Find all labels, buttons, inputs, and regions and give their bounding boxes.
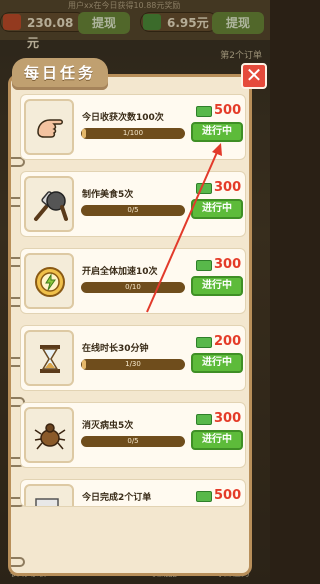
hand-icon (37, 119, 63, 138)
task-icon-box (24, 176, 74, 232)
cash-stack-icon (196, 491, 212, 502)
cash-stack-icon (196, 414, 212, 425)
task-reward: 300 (196, 180, 241, 195)
cash-stack-icon (196, 106, 212, 117)
reward-amount: 200 (214, 334, 242, 349)
speedup-clock-icon (35, 267, 65, 297)
task-icon-box (24, 99, 74, 155)
task-in-progress-button[interactable]: 进行中 (191, 430, 243, 450)
task-reward: 500 (196, 488, 241, 503)
task-in-progress-button[interactable]: 进行中 (191, 353, 243, 373)
task-progress-bar: 0/10 (81, 282, 185, 293)
task-icon-box (24, 407, 74, 463)
task-progress-bar: 1/100 (81, 128, 185, 139)
cash-stack-icon (196, 337, 212, 348)
cash-stack-icon (196, 183, 212, 194)
task-card: 今日完成2个订单 500 (20, 479, 246, 507)
hourglass-icon (40, 345, 60, 373)
progress-text: 0/5 (127, 437, 139, 445)
task-title: 今日收获次数100次 (82, 113, 164, 123)
task-in-progress-button[interactable]: 进行中 (191, 122, 243, 142)
task-reward: 300 (196, 257, 241, 272)
progress-text: 0/10 (125, 283, 141, 291)
progress-text: 1/100 (122, 129, 144, 137)
task-card: 消灭病虫5次 0/5 300 进行中 (20, 402, 246, 468)
task-list: 今日收获次数100次 1/100 500 进行中 制作美食5次 0/5 300 … (20, 94, 246, 518)
task-reward: 500 (196, 103, 241, 118)
reward-amount: 500 (214, 488, 242, 503)
task-card: 今日收获次数100次 1/100 500 进行中 (20, 94, 246, 160)
task-card: 制作美食5次 0/5 300 进行中 (20, 171, 246, 237)
reward-amount: 300 (214, 257, 242, 272)
panel-title: 每日任务 (12, 58, 108, 90)
task-title: 今日完成2个订单 (82, 493, 152, 503)
task-icon-box (24, 330, 74, 386)
task-in-progress-button[interactable]: 进行中 (191, 199, 243, 219)
task-progress-bar: 0/5 (81, 436, 185, 447)
task-icon-box (24, 253, 74, 309)
progress-text: 0/5 (127, 206, 139, 214)
reward-amount: 300 (214, 411, 242, 426)
progress-text: 1/30 (125, 360, 141, 368)
reward-amount: 300 (214, 180, 242, 195)
task-title: 消灭病虫5次 (82, 421, 134, 431)
reward-amount: 500 (214, 103, 242, 118)
pan-spatula-icon (34, 191, 68, 221)
task-in-progress-button[interactable]: 进行中 (191, 276, 243, 296)
task-reward: 200 (196, 334, 241, 349)
bug-icon (34, 423, 66, 450)
close-icon: ✕ (245, 63, 263, 87)
task-progress-bar: 0/5 (81, 205, 185, 216)
truck-icon (35, 498, 59, 506)
cash-stack-icon (196, 260, 212, 271)
task-title: 在线时长30分钟 (82, 344, 149, 354)
task-reward: 300 (196, 411, 241, 426)
task-card: 在线时长30分钟 1/30 200 进行中 (20, 325, 246, 391)
task-icon-box (24, 484, 74, 506)
close-button[interactable]: ✕ (241, 63, 267, 89)
task-progress-bar: 1/30 (81, 359, 185, 370)
task-card: 开启全体加速10次 0/10 300 进行中 (20, 248, 246, 314)
task-title: 开启全体加速10次 (82, 267, 158, 277)
task-title: 制作美食5次 (82, 190, 134, 200)
